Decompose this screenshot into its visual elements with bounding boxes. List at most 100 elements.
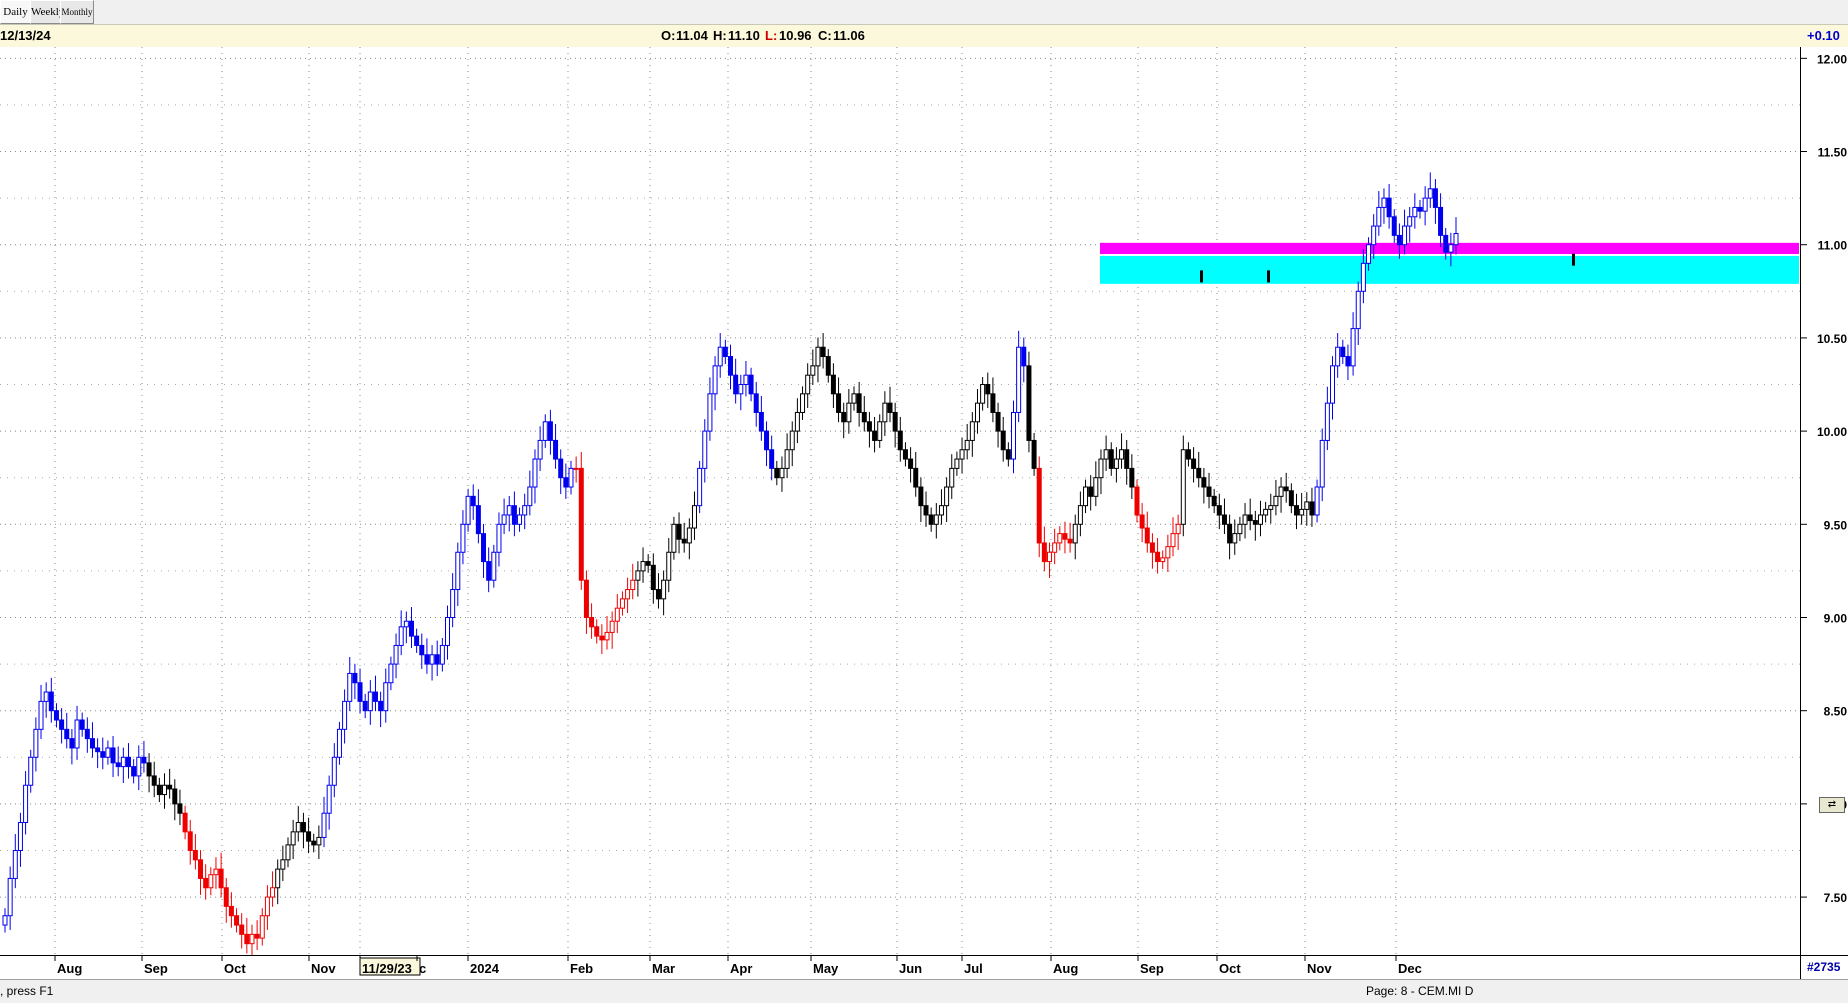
candle-body — [923, 505, 929, 516]
candle-body — [635, 570, 641, 581]
candle-body — [805, 374, 811, 395]
candle-body — [12, 849, 18, 879]
candle-body — [311, 840, 317, 846]
candle-body — [800, 393, 806, 413]
tab-daily[interactable]: Daily — [0, 0, 31, 24]
candle-body — [120, 756, 126, 768]
candle-body — [300, 822, 306, 833]
candle-body — [944, 486, 950, 507]
candle-body — [882, 402, 888, 423]
candle-body — [414, 635, 420, 646]
candle-body — [460, 523, 466, 553]
candle-body — [583, 579, 589, 618]
x-tick-label: Oct — [1219, 961, 1241, 976]
candle-body — [1427, 188, 1433, 199]
tab-weekly[interactable]: Weekly — [30, 0, 64, 24]
period-tabs: Daily Weekly Monthly — [0, 0, 1848, 24]
candle-body — [1180, 449, 1186, 525]
candle-body — [1170, 533, 1176, 548]
candle-body — [1381, 197, 1387, 208]
candle-body — [1072, 523, 1078, 544]
candle-body — [902, 449, 908, 460]
status-hint: , press F1 — [0, 984, 54, 998]
bar-date: 12/13/24 — [0, 28, 51, 43]
zone-marker — [1267, 270, 1270, 283]
candle-body — [1185, 449, 1191, 460]
candle-body — [866, 421, 872, 432]
x-tick-label: Feb — [570, 961, 593, 976]
candle-body — [321, 812, 327, 838]
candle-body — [470, 495, 476, 507]
x-tick-label: Aug — [57, 961, 82, 976]
candle-body — [1191, 458, 1197, 469]
candle-body — [985, 384, 991, 395]
candle-body — [223, 887, 229, 907]
candle-body — [280, 859, 286, 870]
tab-monthly[interactable]: Monthly — [60, 0, 94, 24]
candle-body — [758, 411, 764, 432]
candle-body — [655, 589, 661, 600]
candle-body — [954, 458, 960, 469]
candle-body — [774, 467, 780, 479]
candle-body — [1149, 542, 1155, 553]
candle-body — [496, 523, 502, 553]
candle-body — [527, 486, 533, 507]
candle-body — [192, 849, 198, 861]
candle-body — [743, 374, 749, 386]
candle-body — [43, 691, 49, 702]
candle-body — [959, 449, 965, 460]
candle-body — [285, 844, 291, 861]
candle-body — [1273, 495, 1279, 507]
candle-body — [794, 411, 800, 432]
candle-body — [146, 762, 152, 777]
candle-body — [162, 784, 168, 796]
candle-body — [208, 874, 214, 889]
candle-body — [810, 365, 816, 376]
candle-body — [892, 411, 898, 432]
candle-body — [522, 505, 528, 516]
candle-body — [1113, 458, 1119, 469]
candle-body — [1026, 365, 1032, 441]
candle-body — [1309, 501, 1315, 516]
candle-body — [619, 598, 625, 609]
price-chart-area[interactable] — [0, 47, 1800, 961]
candle-body — [419, 644, 425, 656]
candle-body — [1062, 533, 1068, 540]
zone-marker — [1200, 270, 1203, 283]
candle-body — [203, 877, 209, 889]
y-tick-label: 12.00 — [1817, 52, 1847, 66]
candle-body — [789, 430, 795, 451]
candle-body — [1175, 523, 1181, 535]
candle-body — [403, 620, 409, 628]
candle-body — [264, 896, 270, 917]
candle-body — [1242, 514, 1248, 525]
candle-body — [897, 430, 903, 451]
candle-body — [295, 822, 301, 833]
candle-body — [455, 551, 461, 591]
candle-body — [753, 393, 759, 413]
candle-body — [187, 831, 193, 851]
status-page: Page: 8 - CEM.MI D — [1366, 984, 1474, 998]
candle-body — [1031, 439, 1037, 469]
candle-body — [820, 346, 826, 358]
candle-body — [861, 411, 867, 423]
candle-body — [100, 751, 106, 758]
x-tick-label: Aug — [1053, 961, 1078, 976]
candle-body — [74, 719, 80, 749]
candle-body — [841, 411, 847, 423]
candle-body — [1129, 467, 1135, 488]
candle-body — [1010, 411, 1016, 460]
date-axis: Aug Sep Oct Nov 11/29/23 c 2024 Feb Mar Apr May Jun… — [0, 955, 1800, 980]
candle-body — [1432, 188, 1438, 208]
zoom-tool-icon[interactable]: ⇄ — [1819, 797, 1845, 813]
candle-body — [151, 775, 157, 786]
candle-body — [728, 356, 733, 376]
candle-body — [408, 620, 414, 637]
candle-body — [1052, 542, 1058, 553]
candle-body — [1443, 234, 1449, 253]
zone-marker — [1572, 253, 1575, 266]
candle-body — [980, 384, 986, 404]
y-tick-label: 11.50 — [1818, 146, 1848, 160]
candle-body — [259, 915, 265, 939]
candle-body — [434, 654, 440, 665]
